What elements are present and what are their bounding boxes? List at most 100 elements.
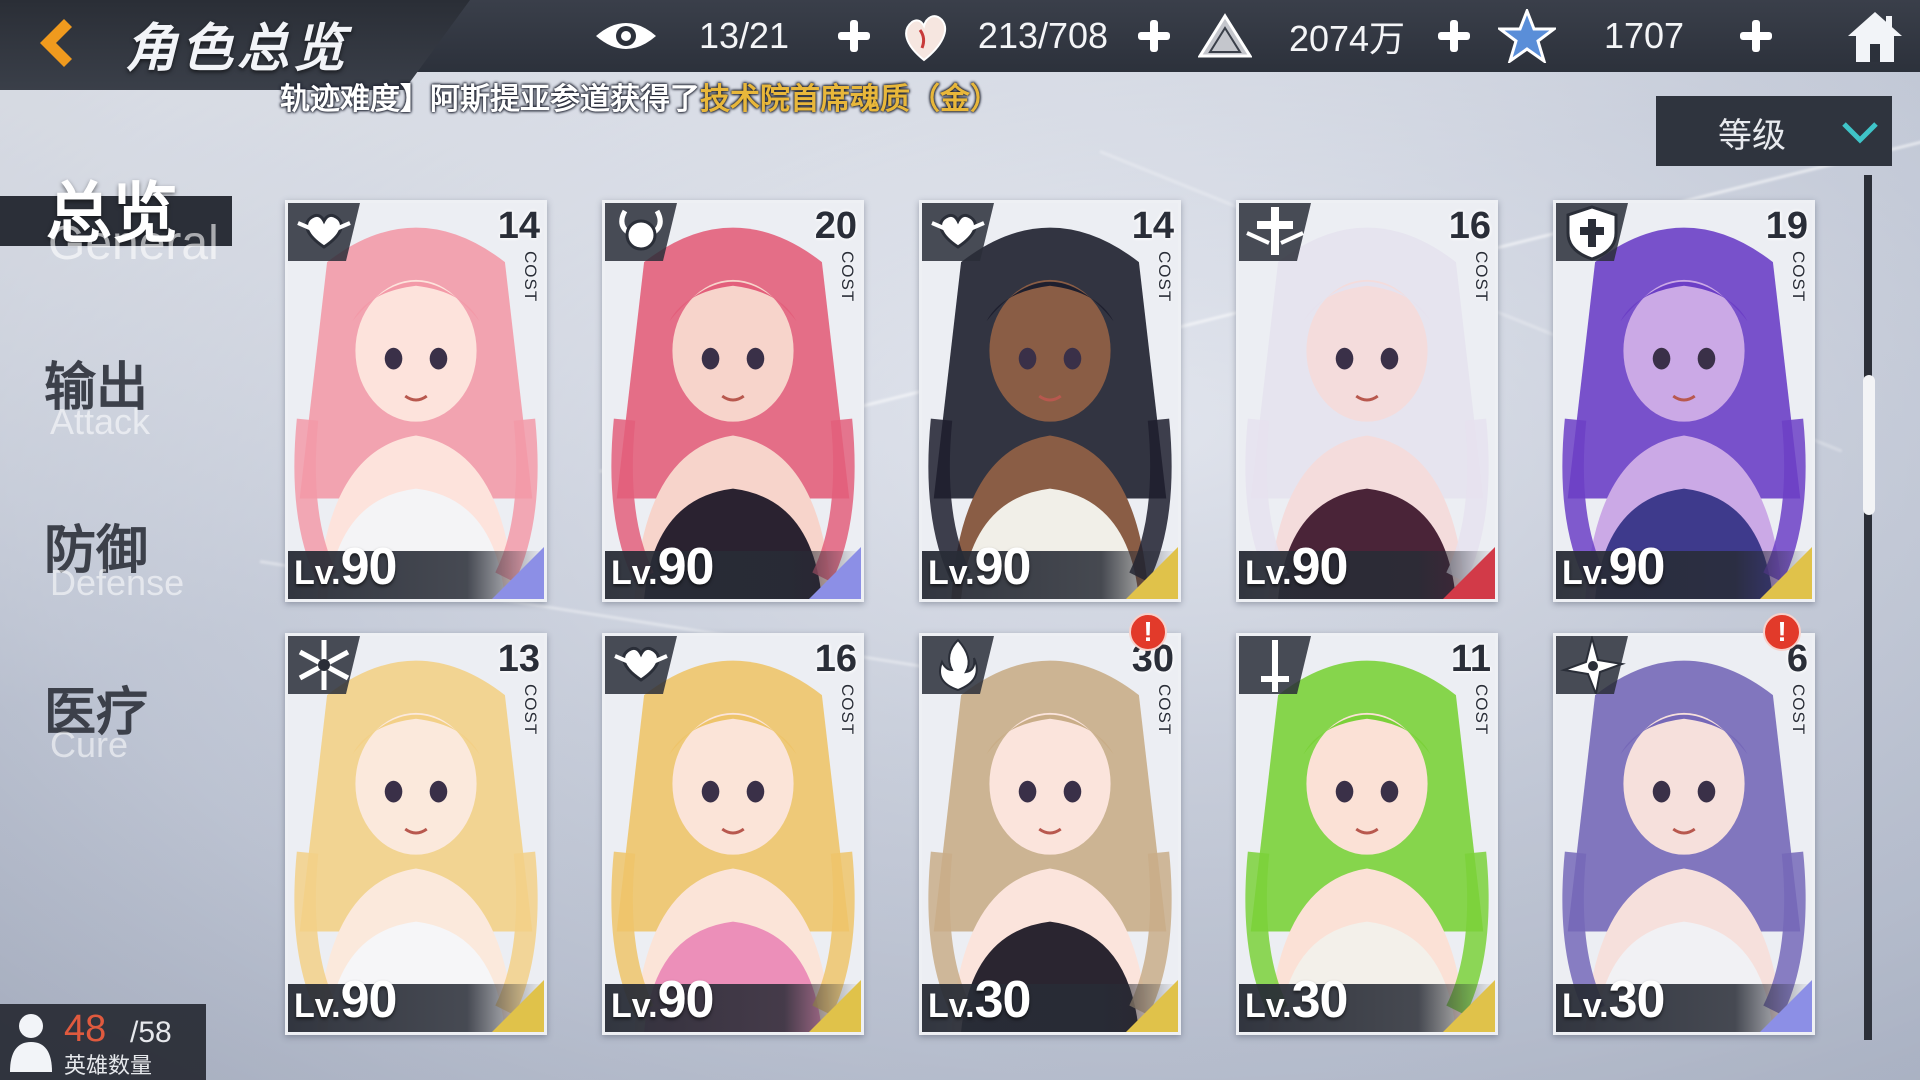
scrollbar-thumb[interactable] <box>1863 375 1875 515</box>
cost-value: 19 <box>1765 205 1808 247</box>
star-crystal-icon <box>1498 9 1556 63</box>
add-vision-button[interactable] <box>836 18 872 54</box>
hero-card[interactable]: Lv.30 11 COST <box>1236 633 1498 1035</box>
cost-value: 20 <box>814 205 857 247</box>
add-stamina-button[interactable] <box>1136 18 1172 54</box>
rarity-corner <box>492 980 544 1032</box>
nav-general-sub: General <box>48 217 219 270</box>
level-prefix: Lv. <box>611 987 658 1025</box>
chevron-down-icon <box>1842 122 1878 144</box>
cost-label: COST <box>1155 684 1174 736</box>
resource-gold: 2074万 <box>1198 0 1412 72</box>
level-prefix: Lv. <box>1245 987 1292 1025</box>
hero-card[interactable]: Lv.90 14 COST <box>919 200 1181 602</box>
resource-crystal-value: 1707 <box>1603 15 1685 56</box>
cost-label: COST <box>838 251 857 303</box>
rarity-corner <box>1443 547 1495 599</box>
nav-defense-sub: Defense <box>50 562 185 603</box>
level-text: Lv.90 <box>611 970 715 1030</box>
nav-attack[interactable]: 输出 Attack <box>0 345 260 445</box>
home-button[interactable] <box>1846 8 1904 66</box>
rarity-corner <box>492 547 544 599</box>
hero-card[interactable]: Lv.90 16 COST <box>1236 200 1498 602</box>
level-text: Lv.90 <box>611 537 715 597</box>
rarity-corner <box>1760 547 1812 599</box>
rarity-corner <box>1126 980 1178 1032</box>
level-text: Lv.30 <box>1245 970 1349 1030</box>
person-icon <box>10 1014 52 1072</box>
cost-label: COST <box>1155 251 1174 303</box>
ticker-highlight: 技术院首席魂质（金） <box>700 82 1000 117</box>
level-value: 90 <box>657 971 715 1029</box>
level-text: Lv.90 <box>294 970 398 1030</box>
hero-card[interactable]: Lv.90 19 COST <box>1553 200 1815 602</box>
cost-label: COST <box>1789 251 1808 303</box>
eye-icon <box>596 23 656 49</box>
rarity-corner <box>1126 547 1178 599</box>
level-text: Lv.30 <box>928 970 1032 1030</box>
level-prefix: Lv. <box>1562 554 1609 592</box>
cost-label: COST <box>1472 684 1491 736</box>
news-ticker: 轨迹难度】阿斯提亚参道获得了技术院首席魂质（金） <box>280 74 1000 118</box>
nav-cure[interactable]: 医疗 Cure <box>0 670 260 770</box>
level-value: 30 <box>1291 971 1349 1029</box>
rarity-corner <box>1443 980 1495 1032</box>
level-value: 90 <box>974 538 1032 596</box>
cost-label: COST <box>838 684 857 736</box>
nav-defense[interactable]: 防御 Defense <box>0 508 260 608</box>
cost-value: 16 <box>814 638 857 680</box>
level-text: Lv.30 <box>1562 970 1665 1030</box>
new-alert-badge: ! <box>1129 613 1167 651</box>
sword-icon <box>1239 636 1311 694</box>
cost-value: 14 <box>497 205 540 247</box>
level-value: 30 <box>974 971 1032 1029</box>
cost-value: 14 <box>1131 205 1174 247</box>
nav-cure-sub: Cure <box>50 724 129 765</box>
cross-wing-icon <box>1239 203 1311 261</box>
back-button[interactable] <box>20 8 90 78</box>
resource-gold-value: 2074万 <box>1288 18 1406 59</box>
sort-dropdown[interactable]: 等级 <box>1656 96 1892 166</box>
nav-attack-sub: Attack <box>50 401 151 442</box>
cost-label: COST <box>521 684 540 736</box>
heart-flame-icon <box>905 15 947 62</box>
level-prefix: Lv. <box>928 987 975 1025</box>
hero-card[interactable]: Lv.90 13 COST <box>285 633 547 1035</box>
hero-card[interactable]: Lv.90 20 COST <box>602 200 864 602</box>
level-prefix: Lv. <box>611 554 658 592</box>
level-value: 90 <box>657 538 715 596</box>
level-text: Lv.90 <box>928 537 1032 597</box>
level-value: 90 <box>1608 538 1666 596</box>
level-text: Lv.90 <box>294 537 397 597</box>
hero-card[interactable]: Lv.30 30 COST <box>919 633 1181 1035</box>
back-arrow-icon <box>40 19 72 67</box>
hero-card[interactable]: Lv.90 14 COST <box>285 200 547 602</box>
nav-general[interactable]: 总览 General <box>0 160 260 270</box>
gold-pyramid-icon <box>1198 13 1252 58</box>
resource-stamina: 213/708 <box>900 0 1118 72</box>
cost-value: 13 <box>497 638 540 680</box>
level-value: 90 <box>1291 538 1349 596</box>
level-prefix: Lv. <box>1562 987 1609 1025</box>
add-crystal-button[interactable] <box>1738 18 1774 54</box>
ticker-text: 轨迹难度】阿斯提亚参道获得了 <box>280 82 700 117</box>
level-text: Lv.90 <box>1562 537 1666 597</box>
cost-label: COST <box>1472 251 1491 303</box>
hero-count-max: /58 <box>130 1016 172 1049</box>
snowflake-icon <box>288 636 360 694</box>
level-value: 90 <box>340 971 398 1029</box>
home-icon <box>1848 12 1902 62</box>
scrollbar-track[interactable] <box>1864 175 1872 1040</box>
rarity-corner <box>809 547 861 599</box>
level-prefix: Lv. <box>1245 554 1292 592</box>
add-gold-button[interactable] <box>1436 18 1472 54</box>
heart-wing-icon <box>605 636 677 694</box>
resource-vision: 13/21 <box>594 0 802 72</box>
hero-count-panel: 48 /58 英雄数量 <box>0 1004 206 1080</box>
level-prefix: Lv. <box>928 554 975 592</box>
page-title: 角色总览 <box>125 18 350 79</box>
cost-label: COST <box>1789 684 1808 736</box>
hero-card[interactable]: Lv.90 16 COST <box>602 633 864 1035</box>
shield-cross-icon <box>1556 203 1628 261</box>
hero-card[interactable]: Lv.30 6 COST <box>1553 633 1815 1035</box>
